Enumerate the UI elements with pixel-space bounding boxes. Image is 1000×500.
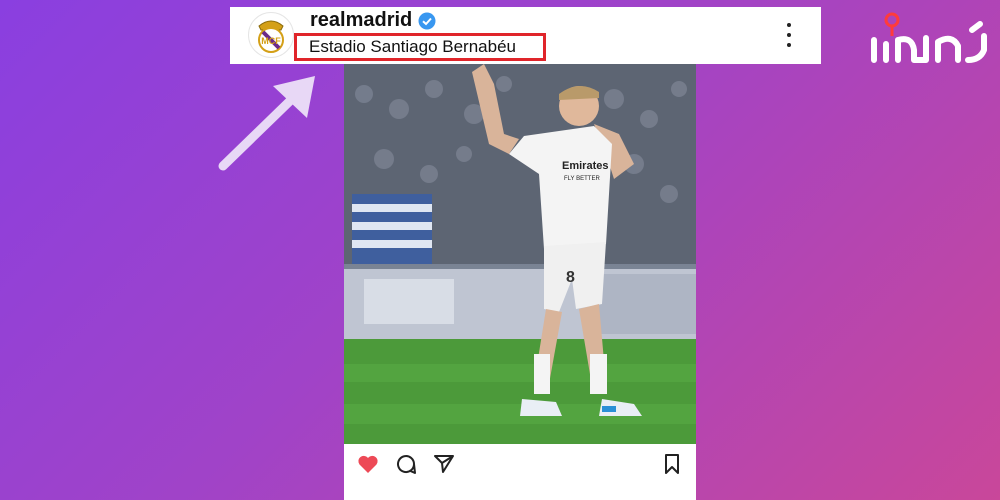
comment-icon[interactable] <box>394 452 418 476</box>
post-image: Emirates FLY BETTER 8 <box>344 64 696 444</box>
post-header: MCF realmadrid Estadio Santiago Bernabéu <box>230 7 821 64</box>
pointer-arrow-icon <box>218 76 315 171</box>
jersey-sponsor: Emirates <box>562 160 608 172</box>
username[interactable]: realmadrid <box>310 9 436 32</box>
post-action-bar <box>344 444 696 500</box>
heart-icon[interactable] <box>356 452 380 476</box>
post-photo[interactable]: Emirates FLY BETTER 8 <box>344 64 696 444</box>
bookmark-icon[interactable] <box>660 452 684 476</box>
more-options-icon[interactable] <box>779 21 799 49</box>
site-logo <box>871 12 987 63</box>
real-madrid-crest-icon: MCF <box>258 20 284 53</box>
location-highlight: Estadio Santiago Bernabéu <box>294 33 546 61</box>
send-icon[interactable] <box>432 452 456 476</box>
profile-avatar[interactable]: MCF <box>248 12 294 58</box>
username-text[interactable]: realmadrid <box>310 9 412 32</box>
jersey-sponsor-tagline: FLY BETTER <box>564 176 600 182</box>
verified-badge-icon <box>418 12 436 29</box>
shorts-number: 8 <box>566 269 575 286</box>
location-link[interactable]: Estadio Santiago Bernabéu <box>309 37 516 57</box>
svg-text:MCF: MCF <box>261 36 281 46</box>
